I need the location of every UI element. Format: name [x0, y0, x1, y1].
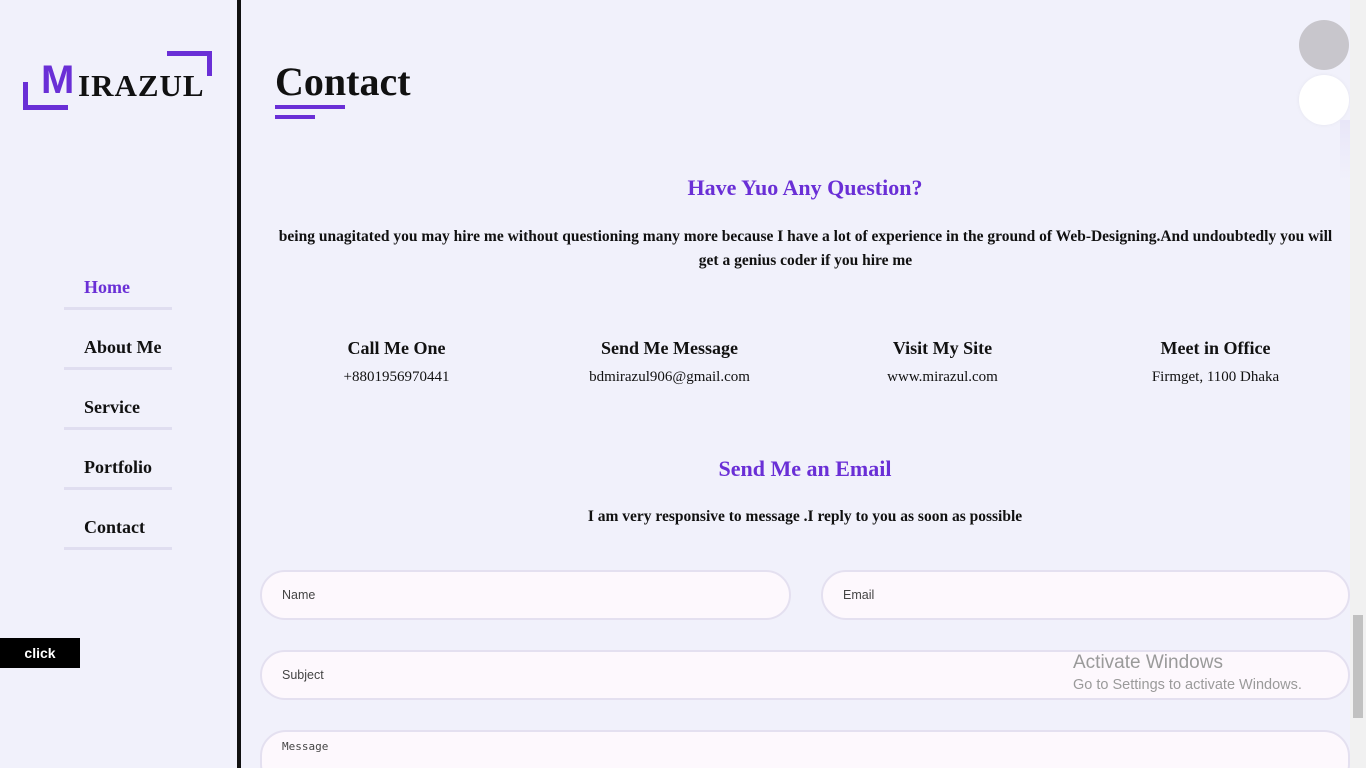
watermark-subtitle: Go to Settings to activate Windows.: [1073, 677, 1302, 693]
contact-info-value: bdmirazul906@gmail.com: [589, 369, 750, 385]
nav-item-portfolio[interactable]: Portfolio: [64, 448, 172, 490]
name-input[interactable]: [260, 570, 791, 620]
sidebar-nav: Home About Me Service Portfolio Contact: [64, 268, 172, 568]
message-textarea[interactable]: [260, 730, 1350, 768]
nav-item-home[interactable]: Home: [64, 268, 172, 310]
watermark-title: Activate Windows: [1073, 652, 1223, 673]
contact-info-title: Send Me Message: [601, 338, 738, 358]
question-heading: Have Yuo Any Question?: [687, 175, 923, 200]
logo-text: IRAZUL: [78, 68, 205, 103]
title-underline-short: [275, 115, 315, 119]
page-title: Contact: [275, 59, 411, 104]
floating-circle-button-secondary[interactable]: [1299, 75, 1349, 125]
contact-info-value: +8801956970441: [343, 369, 450, 385]
question-description: being unagitated you may hire me without…: [278, 228, 1333, 269]
email-heading: Send Me an Email: [718, 456, 892, 481]
page-scrollbar[interactable]: [1350, 0, 1366, 768]
floating-circle-button[interactable]: [1299, 20, 1349, 70]
sidebar-divider: [237, 0, 244, 768]
scrollbar-thumb[interactable]: [1353, 615, 1363, 718]
activate-windows-watermark: Activate Windows Go to Settings to activ…: [1073, 652, 1302, 693]
nav-item-service[interactable]: Service: [64, 388, 172, 430]
sidebar: M IRAZUL Home About Me Service Portfolio…: [0, 0, 237, 768]
email-description: I am very responsive to message .I reply…: [587, 508, 1023, 525]
contact-info-value: www.mirazul.com: [887, 369, 998, 385]
site-logo[interactable]: M IRAZUL: [22, 50, 214, 112]
contact-info-email: Send Me Message bdmirazul906@gmail.com: [533, 338, 806, 386]
contact-info-title: Call Me One: [347, 338, 446, 358]
nav-item-contact[interactable]: Contact: [64, 508, 172, 550]
contact-info-title: Meet in Office: [1160, 338, 1271, 358]
floating-shadow: [1340, 120, 1350, 180]
contact-info-value: Firmget, 1100 Dhaka: [1151, 369, 1280, 385]
contact-info-office: Meet in Office Firmget, 1100 Dhaka: [1079, 338, 1352, 386]
contact-info-site: Visit My Site www.mirazul.com: [806, 338, 1079, 386]
contact-info-phone: Call Me One +8801956970441: [260, 338, 533, 386]
logo-initial: M: [41, 58, 74, 102]
contact-info-title: Visit My Site: [892, 338, 993, 358]
title-underline-long: [275, 105, 345, 109]
email-input[interactable]: [821, 570, 1350, 620]
click-button[interactable]: click: [0, 638, 80, 668]
nav-item-about-me[interactable]: About Me: [64, 328, 172, 370]
contact-info-row: Call Me One +8801956970441 Send Me Messa…: [260, 338, 1352, 386]
